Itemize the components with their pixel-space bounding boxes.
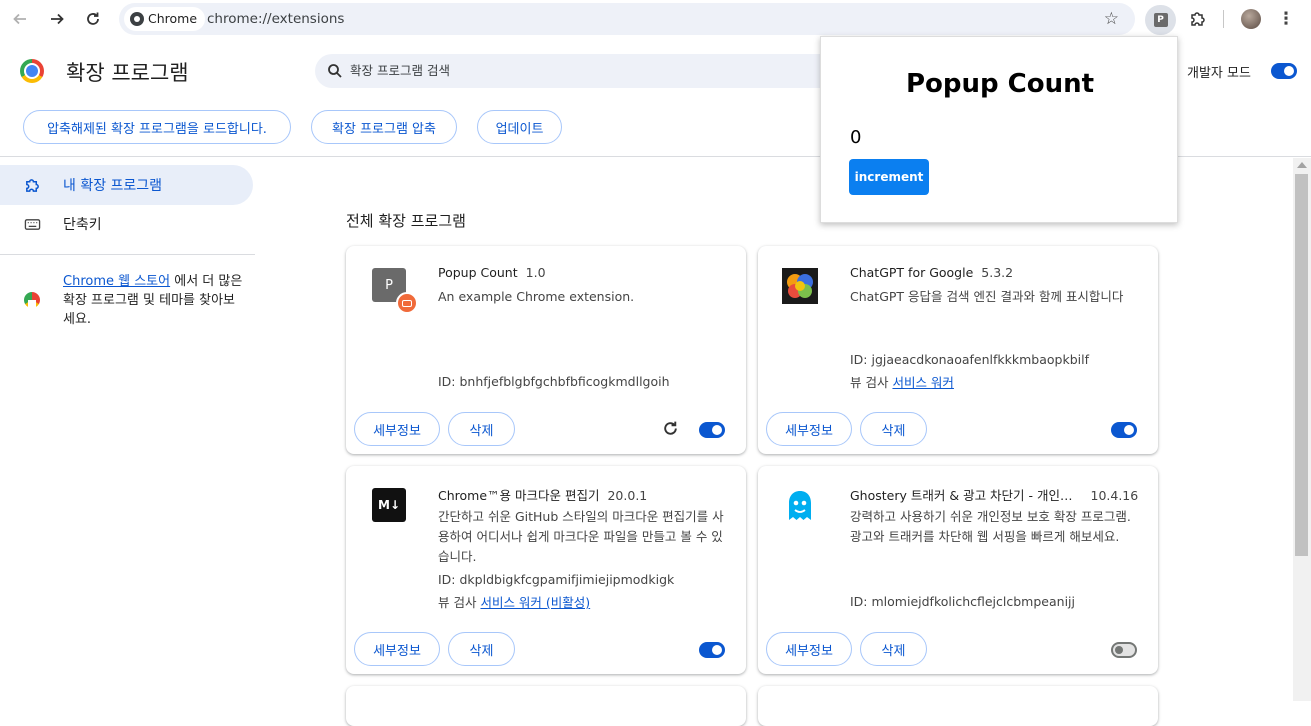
sidebar-divider	[0, 254, 255, 255]
popup-count-extension-button[interactable]: P	[1145, 5, 1176, 35]
sidebar-item-shortcuts[interactable]: 단축키	[0, 204, 253, 244]
extension-id: ID: mlomiejdfkolichcflejclcbmpeanijj	[850, 594, 1075, 609]
web-store-promo: Chrome 웹 스토어 에서 더 많은 확장 프로그램 및 테마를 찾아보세요…	[63, 272, 243, 329]
puzzle-icon	[26, 179, 39, 192]
chatgpt-brain-icon	[782, 268, 818, 304]
details-button[interactable]: 세부정보	[354, 412, 440, 446]
popup-count-extension-icon: P	[1153, 13, 1168, 27]
markdown-icon: M↓	[370, 488, 406, 524]
arrow-left-icon	[13, 13, 26, 25]
address-bar[interactable]: Chrome chrome://extensions ☆	[119, 3, 1135, 35]
extension-card-chatgpt-for-google: ChatGPT for Google 5.3.2 ChatGPT 응답을 검색 엔…	[758, 246, 1158, 454]
service-worker-link[interactable]: 서비스 워커 (비활성)	[480, 595, 590, 610]
extension-id: ID: bnhfjefblgbfgchbfbficogkmdllgoih	[438, 374, 670, 389]
url-text[interactable]: chrome://extensions	[207, 3, 344, 35]
reload-button[interactable]	[79, 5, 107, 33]
extension-card-popup-count: P Popup Count 1.0 An example Chrome exten…	[346, 246, 746, 454]
chrome-icon	[130, 12, 144, 26]
all-extensions-heading: 전체 확장 프로그램	[346, 212, 466, 230]
remove-button[interactable]: 삭제	[860, 412, 927, 446]
extension-card-partial	[346, 686, 746, 726]
chrome-logo-icon	[20, 59, 44, 83]
back-button[interactable]	[6, 5, 34, 33]
ghost-icon	[789, 491, 811, 520]
popup-count-value: 0	[850, 127, 862, 148]
extension-description: ChatGPT 응답을 검색 엔진 결과와 함께 표시합니다	[850, 289, 1124, 304]
brain-icon	[782, 268, 818, 304]
extension-enable-toggle[interactable]	[1111, 642, 1137, 658]
scrollbar-thumb[interactable]	[1295, 174, 1308, 556]
update-button[interactable]: 업데이트	[477, 110, 562, 144]
page-scrollbar[interactable]	[1293, 158, 1311, 701]
extension-enable-toggle[interactable]	[1111, 422, 1137, 438]
extension-popup: Popup Count 0 increment	[820, 36, 1178, 223]
keyboard-icon	[24, 219, 41, 230]
extension-version: 1.0	[525, 265, 546, 280]
remove-button[interactable]: 삭제	[448, 632, 515, 666]
inspect-views: 뷰 검사 서비스 워커	[850, 372, 954, 391]
search-placeholder: 확장 프로그램 검색	[350, 63, 450, 78]
extension-card-markdown-editor: M↓ Chrome™용 마크다운 편집기 20.0.1 간단하고 쉬운 GitHu…	[346, 466, 746, 674]
browser-toolbar: Chrome chrome://extensions ☆ P ⋮	[0, 0, 1311, 38]
markdown-logo-icon: M↓	[372, 488, 406, 522]
extension-card-ghostery: Ghostery 트래커 & 광고 차단기 - 개인… 10.4.16 강력하고 …	[758, 466, 1158, 674]
extension-version: 10.4.16	[1090, 488, 1139, 503]
extension-description: An example Chrome extension.	[438, 289, 635, 304]
site-info-chip[interactable]: Chrome	[124, 7, 206, 31]
extension-id: ID: dkpldbigkfcgpamifjimiejipmodkigk	[438, 572, 675, 587]
details-button[interactable]: 세부정보	[766, 632, 852, 666]
extension-description: 강력하고 사용하기 쉬운 개인정보 보호 확장 프로그램. 광고와 트래커를 차…	[850, 509, 1131, 544]
extension-card-partial	[758, 686, 1158, 726]
popup-count-icon: P	[370, 268, 418, 314]
inspect-views-label: 뷰 검사	[438, 595, 481, 610]
popup-title: Popup Count	[905, 69, 1095, 99]
dev-mode-toggle[interactable]	[1271, 63, 1297, 79]
puzzle-icon	[1191, 12, 1205, 26]
toolbar-divider	[1223, 10, 1224, 28]
extensions-menu-button[interactable]	[1185, 5, 1211, 33]
extension-name: Chrome™용 마크다운 편집기	[438, 488, 600, 503]
reload-extension-icon[interactable]	[662, 420, 679, 437]
extension-id: ID: jgjaeacdkonaoafenlfkkkmbaopkbilf	[850, 352, 1090, 367]
dev-mode-label: 개발자 모드	[1187, 66, 1251, 81]
remove-button[interactable]: 삭제	[860, 632, 927, 666]
extension-version: 20.0.1	[607, 488, 648, 503]
service-worker-badge-icon	[396, 292, 418, 314]
search-icon	[328, 64, 342, 78]
increment-button[interactable]: increment	[849, 159, 929, 195]
more-menu-icon[interactable]: ⋮	[1275, 6, 1297, 32]
scroll-up-arrow-icon[interactable]	[1297, 162, 1307, 168]
reload-icon	[87, 12, 99, 25]
chip-label: Chrome	[148, 11, 198, 26]
ghostery-ghost-icon	[782, 488, 818, 524]
profile-avatar[interactable]	[1241, 9, 1261, 29]
sidebar-item-label: 단축키	[63, 217, 102, 233]
page-title: 확장 프로그램	[66, 61, 189, 85]
extension-version: 5.3.2	[981, 265, 1014, 280]
extension-enable-toggle[interactable]	[699, 642, 725, 658]
pack-extension-button[interactable]: 확장 프로그램 압축	[311, 110, 457, 144]
inspect-views: 뷰 검사 서비스 워커 (비활성)	[438, 592, 590, 611]
sidebar-item-label: 내 확장 프로그램	[63, 178, 163, 194]
details-button[interactable]: 세부정보	[766, 412, 852, 446]
service-worker-link[interactable]: 서비스 워커	[892, 375, 953, 390]
extension-description: 간단하고 쉬운 GitHub 스타일의 마크다운 편집기를 사용하여 어디서나 …	[438, 509, 724, 564]
inspect-views-label: 뷰 검사	[850, 375, 893, 390]
arrow-right-icon	[51, 13, 64, 25]
extension-name: Ghostery 트래커 & 광고 차단기 - 개인…	[850, 488, 1073, 503]
extension-name: ChatGPT for Google	[850, 265, 974, 280]
remove-button[interactable]: 삭제	[448, 412, 515, 446]
forward-button[interactable]	[43, 5, 71, 33]
details-button[interactable]: 세부정보	[354, 632, 440, 666]
bookmark-star-icon[interactable]: ☆	[1104, 9, 1119, 29]
web-store-icon	[24, 292, 40, 308]
sidebar-item-my-extensions[interactable]: 내 확장 프로그램	[0, 165, 253, 205]
web-store-link[interactable]: Chrome 웹 스토어	[63, 274, 170, 289]
extension-name: Popup Count	[438, 265, 518, 280]
extension-enable-toggle[interactable]	[699, 422, 725, 438]
load-unpacked-button[interactable]: 압축해제된 확장 프로그램을 로드합니다.	[23, 110, 291, 144]
extension-search-input[interactable]: 확장 프로그램 검색	[315, 54, 845, 88]
